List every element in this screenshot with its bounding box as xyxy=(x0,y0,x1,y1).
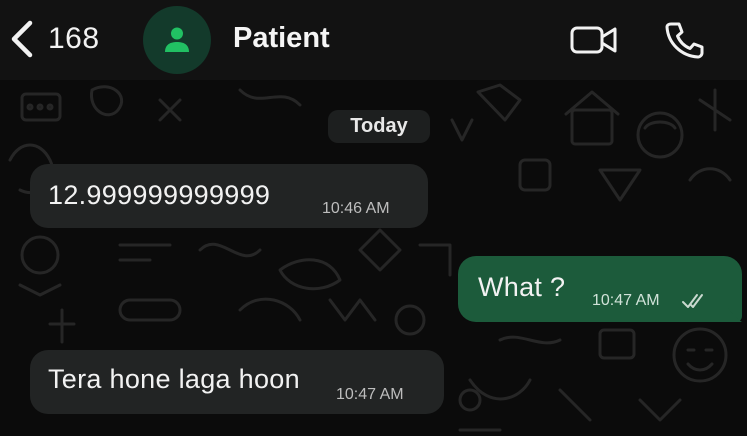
video-camera-icon xyxy=(570,26,617,54)
contact-name[interactable]: Patient xyxy=(233,22,330,55)
message-time: 10:46 AM xyxy=(322,200,390,217)
voice-call-button[interactable] xyxy=(664,21,704,64)
message-time: 10:47 AM xyxy=(592,292,660,309)
message-list[interactable]: Today 12.999999999999 10:46 AM What ? 10… xyxy=(0,80,747,436)
message-time: 10:47 AM xyxy=(336,386,404,403)
person-icon xyxy=(165,27,189,52)
bubble-tail xyxy=(728,308,742,322)
avatar[interactable] xyxy=(143,6,211,74)
message-bubble-incoming[interactable]: Tera hone laga hoon 10:47 AM xyxy=(30,350,444,414)
video-call-button[interactable] xyxy=(570,25,618,60)
date-separator: Today xyxy=(328,110,430,143)
message-text: Tera hone laga hoon xyxy=(48,364,300,394)
unread-count: 168 xyxy=(48,22,100,55)
chat-screen: 168 Patient Today 12.999999999999 10:46 … xyxy=(0,0,747,436)
message-text: 12.999999999999 xyxy=(48,180,271,210)
phone-icon xyxy=(665,22,704,59)
message-text: What ? xyxy=(478,272,566,302)
message-bubble-outgoing[interactable]: What ? 10:47 AM xyxy=(458,256,742,322)
double-check-icon xyxy=(682,294,703,308)
chat-header: 168 Patient xyxy=(0,0,747,80)
message-bubble-incoming[interactable]: 12.999999999999 10:46 AM xyxy=(30,164,428,228)
chevron-left-icon xyxy=(11,20,33,58)
back-button[interactable]: 168 xyxy=(10,20,100,58)
